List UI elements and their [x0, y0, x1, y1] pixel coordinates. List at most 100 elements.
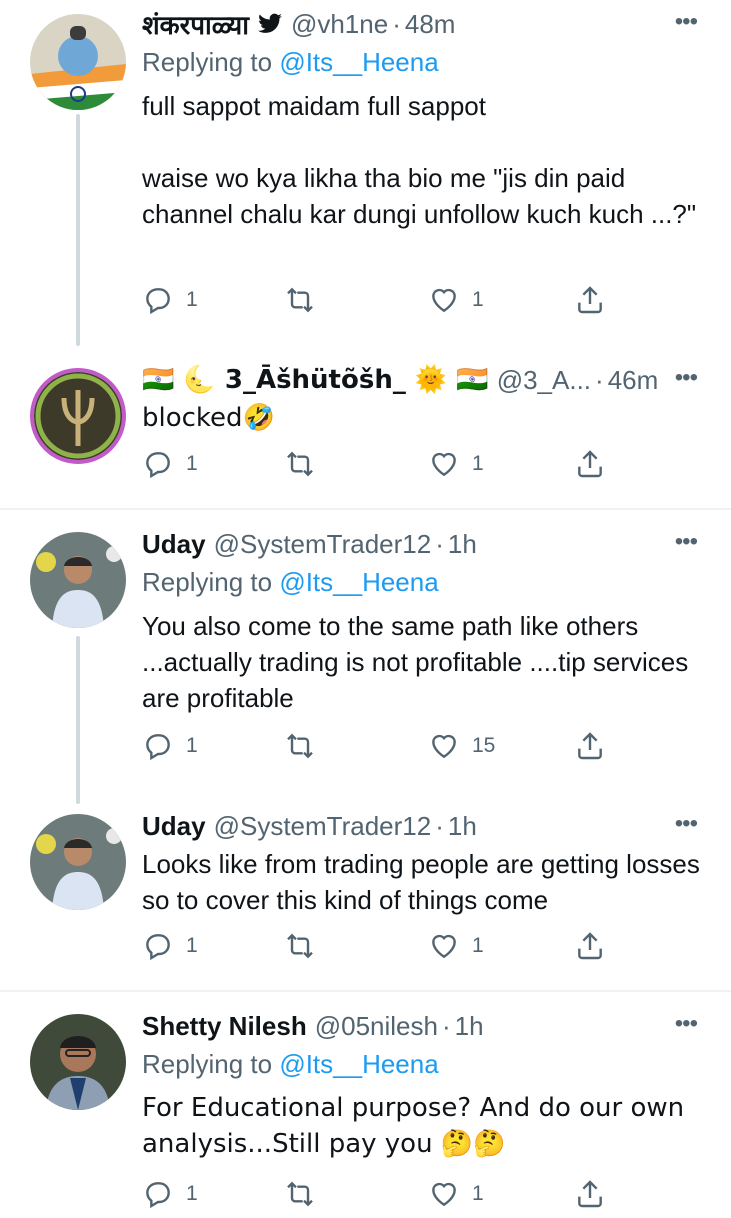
more-options-icon[interactable]: ••• [675, 364, 698, 392]
divider [0, 990, 731, 992]
reply-mention-link[interactable]: @Its__Heena [279, 1049, 438, 1079]
tweet-header: Uday @SystemTrader12 · 1h [142, 526, 711, 562]
tweet-header: 🇮🇳 🌜 3_Āšhütõšh_ 🌞 🇮🇳 @3_A... · 46m [142, 362, 711, 398]
author-name[interactable]: 🇮🇳 🌜 3_Āšhütõšh_ 🌞 🇮🇳 [142, 365, 489, 395]
share-button[interactable] [574, 1178, 606, 1210]
author-name[interactable]: Uday [142, 811, 206, 842]
separator-dot: · [392, 8, 401, 39]
tweet-header: Uday @SystemTrader12 · 1h [142, 808, 711, 844]
reply-button[interactable]: 1 [142, 448, 198, 480]
divider [0, 508, 731, 510]
retweet-icon [287, 733, 313, 759]
tweet-text: For Educational purpose? And do our own … [142, 1093, 693, 1159]
tweet-actions: 1 1 [142, 1178, 612, 1218]
share-icon [578, 732, 602, 760]
timestamp[interactable]: 1h [448, 529, 477, 560]
tweet-text: You also come to the same path like othe… [142, 611, 696, 713]
share-button[interactable] [574, 730, 606, 762]
reply-button[interactable]: 1 [142, 1178, 198, 1210]
replying-to: Replying to @Its__Heena [142, 1046, 711, 1082]
share-icon [578, 450, 602, 478]
reply-count: 1 [186, 734, 198, 757]
like-button[interactable]: 1 [428, 448, 484, 480]
tweet-text: full sappot maidam full sappot waise wo … [142, 91, 697, 229]
heart-icon [432, 1182, 456, 1207]
retweet-button[interactable] [284, 448, 316, 480]
reply-icon [146, 734, 170, 761]
like-count: 1 [472, 452, 484, 475]
share-button[interactable] [574, 930, 606, 962]
heart-icon [432, 934, 456, 959]
avatar[interactable] [30, 814, 126, 910]
reply-button[interactable]: 1 [142, 284, 198, 316]
timestamp[interactable]: 48m [405, 9, 456, 40]
like-button[interactable]: 1 [428, 930, 484, 962]
author-handle[interactable]: @3_A... [497, 365, 591, 396]
replying-label: Replying to [142, 47, 273, 77]
thread-line [76, 114, 80, 346]
more-options-icon[interactable]: ••• [675, 528, 698, 556]
timestamp[interactable]: 46m [608, 365, 659, 396]
share-button[interactable] [574, 448, 606, 480]
tweet-actions: 1 1 [142, 448, 612, 488]
tweet-header: Shetty Nilesh @05nilesh · 1h [142, 1008, 711, 1044]
separator-dot: · [435, 528, 444, 559]
retweet-button[interactable] [284, 284, 316, 316]
twitter-bird-icon [257, 11, 283, 37]
reply-mention-link[interactable]: @Its__Heena [279, 47, 438, 77]
thread-line [76, 636, 80, 804]
tweet-actions: 1 1 [142, 930, 612, 970]
like-count: 1 [472, 288, 484, 311]
like-count: 15 [472, 734, 496, 757]
more-options-icon[interactable]: ••• [675, 810, 698, 838]
heart-icon [432, 734, 456, 759]
timestamp[interactable]: 1h [455, 1011, 484, 1042]
tweet-text: blocked🤣 [142, 403, 275, 433]
retweet-button[interactable] [284, 930, 316, 962]
reply-count: 1 [186, 288, 198, 311]
reply-icon [146, 1182, 170, 1209]
avatar[interactable] [30, 1014, 126, 1110]
author-name[interactable]: Uday [142, 529, 206, 560]
separator-dot: · [441, 1010, 451, 1041]
reply-mention-link[interactable]: @Its__Heena [279, 567, 438, 597]
retweet-button[interactable] [284, 730, 316, 762]
author-handle[interactable]: @SystemTrader12 [214, 529, 432, 560]
tweet-actions: 1 15 [142, 730, 612, 770]
like-button[interactable]: 15 [428, 730, 495, 762]
like-count: 1 [472, 934, 484, 957]
replying-label: Replying to [142, 1049, 273, 1079]
author-name[interactable]: शंकरपाळ्या [142, 6, 249, 42]
like-button[interactable]: 1 [428, 1178, 484, 1210]
more-options-icon[interactable]: ••• [675, 1010, 698, 1038]
timestamp[interactable]: 1h [448, 811, 477, 842]
reply-button[interactable]: 1 [142, 930, 198, 962]
like-button[interactable]: 1 [428, 284, 484, 316]
tweet-header: शंकरपाळ्या @vh1ne · 48m [142, 6, 711, 42]
author-handle[interactable]: @SystemTrader12 [214, 811, 432, 842]
avatar[interactable] [30, 368, 126, 464]
share-icon [578, 286, 602, 314]
separator-dot: · [435, 810, 444, 841]
retweet-button[interactable] [284, 1178, 316, 1210]
share-button[interactable] [574, 284, 606, 316]
reply-button[interactable]: 1 [142, 730, 198, 762]
avatar[interactable] [30, 14, 126, 110]
share-icon [578, 932, 602, 960]
author-handle[interactable]: @vh1ne [291, 9, 388, 40]
reply-icon [146, 452, 170, 479]
reply-count: 1 [186, 934, 198, 957]
tweet-text: Looks like from trading people are getti… [142, 849, 708, 915]
author-name[interactable]: Shetty Nilesh [142, 1011, 307, 1042]
replying-label: Replying to [142, 567, 273, 597]
heart-icon [432, 288, 456, 313]
replying-to: Replying to @Its__Heena [142, 564, 711, 600]
retweet-icon [287, 287, 313, 313]
tweet-actions: 1 1 [142, 284, 612, 324]
avatar[interactable] [30, 532, 126, 628]
retweet-icon [287, 1181, 313, 1207]
retweet-icon [287, 451, 313, 477]
author-handle[interactable]: @05nilesh [315, 1011, 438, 1042]
more-options-icon[interactable]: ••• [675, 8, 698, 36]
reply-count: 1 [186, 1182, 198, 1205]
